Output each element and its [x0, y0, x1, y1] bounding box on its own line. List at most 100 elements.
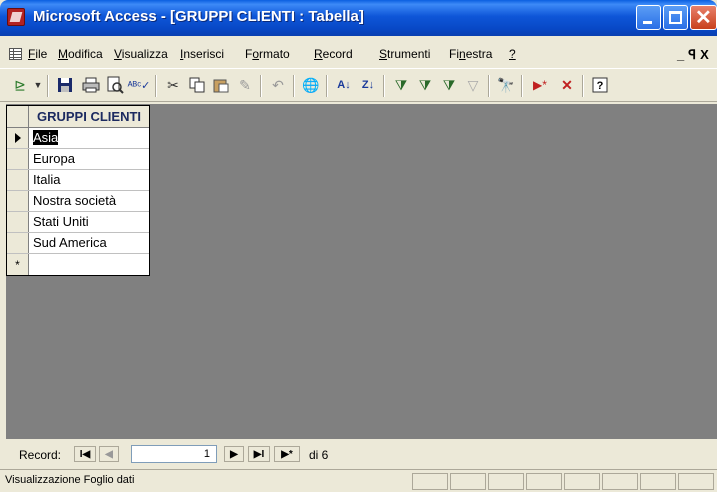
status-pane	[602, 473, 638, 490]
table-row[interactable]: Sud America	[7, 233, 149, 254]
table-row[interactable]: Europa	[7, 149, 149, 170]
filter-by-selection-icon[interactable]: ⧩	[390, 74, 412, 96]
svg-text:?: ?	[597, 80, 604, 92]
select-all-corner[interactable]	[7, 106, 29, 127]
menu-file[interactable]: File	[28, 47, 47, 61]
menu-bar: File Modifica Visualizza Inserisci Forma…	[0, 44, 717, 66]
size-grip[interactable]	[678, 473, 714, 490]
format-painter-icon[interactable]: ✎	[234, 74, 256, 96]
toolbar: ⊵ ▼ ᴬᴮᶜ✓ ✂ ✎ ↶ 🌐 A↓ Z↓ ⧩ ⧩ ⧩ ▽ 🔭 ▶* ✕ ?	[0, 68, 717, 102]
status-text: Visualizzazione Foglio dati	[5, 474, 135, 486]
status-pane	[450, 473, 486, 490]
filter-by-form-icon[interactable]: ⧩	[414, 74, 436, 96]
window-title: Microsoft Access - [GRUPPI CLIENTI : Tab…	[33, 8, 364, 25]
current-record-icon	[14, 133, 21, 143]
access-app-icon[interactable]	[7, 8, 25, 26]
menu-record[interactable]: Record	[314, 47, 353, 61]
mdi-close-button[interactable]: X	[700, 47, 709, 62]
toolbar-separator	[155, 75, 157, 97]
table-row[interactable]: Nostra società	[7, 191, 149, 212]
copy-icon[interactable]	[186, 74, 208, 96]
menu-inserisci[interactable]: Inserisci	[180, 47, 224, 61]
grid-header-row: GRUPPI CLIENTI	[7, 106, 149, 128]
spelling-icon[interactable]: ᴬᴮᶜ✓	[128, 74, 151, 96]
toolbar-separator	[383, 75, 385, 97]
sort-ascending-icon[interactable]: A↓	[333, 74, 355, 96]
mdi-minimize-button[interactable]: _	[677, 47, 684, 62]
toolbar-separator	[326, 75, 328, 97]
table-cell[interactable]: Sud America	[29, 233, 149, 253]
save-icon[interactable]	[54, 74, 76, 96]
record-selector[interactable]	[7, 233, 29, 253]
table-cell[interactable]: Stati Uniti	[29, 212, 149, 232]
table-cell[interactable]: Italia	[29, 170, 149, 190]
delete-record-icon[interactable]: ✕	[556, 74, 578, 96]
status-pane	[526, 473, 562, 490]
apply-filter-icon[interactable]: ⧩	[438, 74, 460, 96]
toolbar-separator	[47, 75, 49, 97]
mdi-restore-button[interactable]: ꟼ	[688, 47, 696, 62]
hyperlink-icon[interactable]: 🌐	[300, 74, 322, 96]
maximize-button[interactable]	[663, 5, 688, 30]
table-cell[interactable]: Asia	[29, 128, 149, 148]
table-cell[interactable]	[29, 254, 149, 275]
new-record-icon[interactable]: ▶*	[528, 74, 552, 96]
paste-icon[interactable]	[210, 74, 232, 96]
first-record-button[interactable]: I◀	[74, 446, 96, 462]
close-button[interactable]: ✕	[690, 5, 717, 30]
record-selector[interactable]	[7, 149, 29, 169]
record-selector[interactable]	[7, 191, 29, 211]
view-icon[interactable]: ⊵	[9, 74, 31, 96]
table-row[interactable]: Italia	[7, 170, 149, 191]
datasheet-grid: GRUPPI CLIENTI Asia Europa Italia Nostra…	[6, 105, 150, 276]
table-doc-icon[interactable]	[9, 48, 22, 60]
current-record-field[interactable]: 1	[131, 445, 217, 463]
record-selector[interactable]	[7, 170, 29, 190]
record-selector[interactable]	[7, 212, 29, 232]
title-bar: Microsoft Access - [GRUPPI CLIENTI : Tab…	[0, 0, 717, 36]
table-cell[interactable]: Nostra società	[29, 191, 149, 211]
column-header[interactable]: GRUPPI CLIENTI	[29, 106, 149, 127]
menu-formato[interactable]: Formato	[245, 47, 290, 61]
print-preview-icon[interactable]	[104, 74, 126, 96]
status-pane	[640, 473, 676, 490]
status-pane	[564, 473, 600, 490]
close-icon: ✕	[695, 7, 712, 29]
status-pane	[488, 473, 524, 490]
toolbar-separator	[582, 75, 584, 97]
menu-strumenti[interactable]: Strumenti	[379, 47, 430, 61]
minimize-button[interactable]	[636, 5, 661, 30]
menu-visualizza[interactable]: Visualizza	[114, 47, 168, 61]
maximize-icon	[669, 11, 682, 24]
last-record-button[interactable]: ▶I	[248, 446, 270, 462]
menu-modifica[interactable]: Modifica	[58, 47, 103, 61]
record-label: Record:	[19, 448, 62, 462]
mdi-controls: _ ꟼ X	[677, 47, 713, 63]
previous-record-button[interactable]: ◀	[99, 446, 119, 462]
new-record-row[interactable]: *	[7, 254, 149, 275]
record-navigation-bar: Record: I◀ ◀ 1 ▶ ▶I ▶* di 6	[0, 441, 717, 469]
toolbar-separator	[521, 75, 523, 97]
dropdown-arrow-icon[interactable]: ▼	[33, 74, 43, 96]
status-bar: Visualizzazione Foglio dati	[0, 469, 717, 492]
sort-descending-icon[interactable]: Z↓	[357, 74, 379, 96]
find-icon[interactable]: 🔭	[495, 74, 517, 96]
record-selector-current[interactable]	[7, 128, 29, 148]
next-record-button[interactable]: ▶	[224, 446, 244, 462]
minimize-icon	[643, 21, 652, 24]
table-row[interactable]: Asia	[7, 128, 149, 149]
table-row[interactable]: Stati Uniti	[7, 212, 149, 233]
print-icon[interactable]	[80, 74, 102, 96]
help-icon[interactable]: ?	[589, 74, 611, 96]
table-cell[interactable]: Europa	[29, 149, 149, 169]
menu-help[interactable]: ?	[509, 47, 516, 61]
status-pane	[412, 473, 448, 490]
record-count: di 6	[309, 448, 329, 462]
remove-filter-icon[interactable]: ▽	[462, 74, 484, 96]
new-record-nav-button[interactable]: ▶*	[274, 446, 300, 462]
cut-icon[interactable]: ✂	[162, 74, 184, 96]
menu-finestra[interactable]: Finestra	[449, 47, 492, 61]
undo-icon[interactable]: ↶	[267, 74, 289, 96]
new-record-marker: *	[7, 254, 29, 275]
toolbar-separator	[488, 75, 490, 97]
